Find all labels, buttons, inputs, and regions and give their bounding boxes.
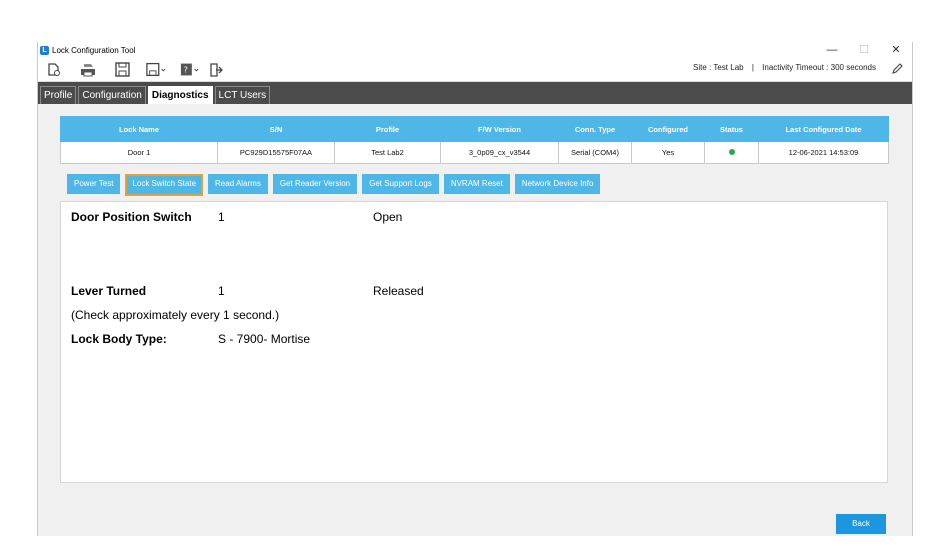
status-dot: [728, 149, 735, 155]
col-header-sn[interactable]: S/N: [217, 116, 335, 142]
col-header-profile[interactable]: Profile: [334, 116, 441, 142]
save-icon[interactable]: [112, 61, 132, 79]
power-test-button[interactable]: Power Test: [67, 174, 121, 194]
cell-last-configured: 12-06-2021 14:53:09: [758, 141, 889, 164]
network-device-info-button[interactable]: Network Device Info: [514, 174, 601, 194]
timeout-value: 300 seconds: [830, 63, 876, 72]
minimize-button[interactable]: —: [816, 42, 848, 58]
cell-configured: Yes: [631, 141, 705, 164]
site-value: Test Lab: [713, 63, 744, 72]
cell-profile: Test Lab2: [334, 141, 441, 164]
new-file-icon[interactable]: [44, 61, 64, 79]
door-position-row: Door Position Switch 1 Open: [71, 210, 402, 224]
nvram-reset-button[interactable]: NVRAM Reset: [443, 174, 510, 194]
help-icon[interactable]: ?: [180, 61, 200, 79]
col-header-configured[interactable]: Configured: [631, 116, 705, 142]
door-position-state: Open: [373, 210, 403, 224]
table-header-row: Lock Name S/N Profile F/W Version Conn. …: [60, 116, 889, 142]
get-reader-version-button[interactable]: Get Reader Version: [272, 174, 358, 194]
tab-configuration[interactable]: Configuration: [78, 86, 146, 104]
app-icon: L: [40, 45, 49, 55]
table-row[interactable]: Door 1 PC929D15575F07AA Test Lab2 3_0p09…: [60, 141, 889, 164]
cell-sn: PC929D15575F07AA: [217, 141, 335, 164]
edit-pencil-icon[interactable]: [891, 62, 904, 80]
tab-diagnostics[interactable]: Diagnostics: [147, 86, 213, 104]
window-title: Lock Configuration Tool: [52, 45, 136, 55]
maximize-button[interactable]: ☐: [848, 42, 880, 58]
site-info: Site : Test Lab | Inactivity Timeout : 3…: [693, 63, 876, 72]
col-header-conn-type[interactable]: Conn. Type: [558, 116, 632, 142]
toolbar: ? Site : Test Lab | Inactivity Timeout :…: [38, 58, 912, 82]
door-position-label: Door Position Switch: [71, 210, 192, 224]
lever-value: 1: [218, 284, 225, 298]
body-type-label: Lock Body Type:: [71, 332, 167, 346]
col-header-last-configured[interactable]: Last Configured Date: [758, 116, 889, 142]
separator: |: [751, 63, 754, 72]
get-support-logs-button[interactable]: Get Support Logs: [362, 174, 439, 194]
col-header-status[interactable]: Status: [704, 116, 759, 142]
timeout-label: Inactivity Timeout :: [762, 63, 829, 72]
print-icon[interactable]: [78, 61, 98, 79]
back-button[interactable]: Back: [836, 514, 886, 534]
door-position-value: 1: [218, 210, 225, 224]
save-as-icon[interactable]: [146, 61, 166, 79]
tab-lct-users[interactable]: LCT Users: [214, 86, 271, 104]
cell-conn-type: Serial (COM4): [558, 141, 632, 164]
cell-status: [704, 141, 759, 164]
lock-table: Lock Name S/N Profile F/W Version Conn. …: [60, 116, 889, 164]
site-label: Site :: [693, 63, 712, 72]
cell-fw-version: 3_0p09_cx_v3544: [440, 141, 559, 164]
lever-label: Lever Turned: [71, 284, 147, 298]
tab-bar: Profile Configuration Diagnostics LCT Us…: [38, 82, 912, 104]
action-buttons: Power Test Lock Switch State Read Alarms…: [67, 174, 601, 196]
app-window: L Lock Configuration Tool — ☐ ✕ ? Site:…: [37, 42, 913, 536]
svg-text:?: ?: [184, 65, 188, 75]
diagnostics-panel: Door Position Switch 1 Open Lever Turned…: [60, 201, 888, 483]
lock-switch-state-button[interactable]: Lock Switch State: [125, 174, 204, 196]
body-type-value: S - 7900- Mortise: [218, 332, 311, 346]
body-type-row: Lock Body Type: S - 7900- Mortise: [71, 332, 310, 346]
lever-state: Released: [373, 284, 424, 298]
check-interval-note: (Check approximately every 1 second.): [71, 308, 280, 322]
diagnostics-content: Lock Name S/N Profile F/W Version Conn. …: [38, 104, 912, 536]
tab-profile[interactable]: Profile: [40, 86, 77, 104]
cell-lock-name: Door 1: [60, 141, 218, 164]
close-button[interactable]: ✕: [880, 42, 912, 58]
read-alarms-button[interactable]: Read Alarms: [208, 174, 268, 194]
col-header-fw-version[interactable]: F/W Version: [440, 116, 559, 142]
exit-icon[interactable]: [206, 61, 226, 79]
title-bar: L Lock Configuration Tool — ☐ ✕: [38, 42, 912, 58]
col-header-lock-name[interactable]: Lock Name: [60, 116, 218, 142]
lever-row: Lever Turned 1 Released: [71, 284, 424, 298]
